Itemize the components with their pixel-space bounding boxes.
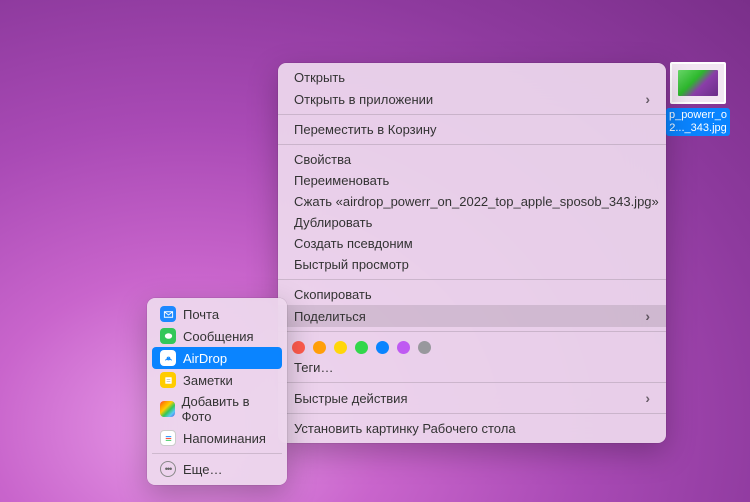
menu-label: Быстрые действия — [294, 391, 407, 406]
menu-open[interactable]: Открыть — [278, 67, 666, 88]
mail-icon — [160, 306, 176, 322]
menu-label: Дублировать — [294, 215, 372, 230]
messages-icon — [160, 328, 176, 344]
menu-duplicate[interactable]: Дублировать — [278, 212, 666, 233]
menu-label: Установить картинку Рабочего стола — [294, 421, 516, 436]
menu-info[interactable]: Свойства — [278, 149, 666, 170]
menu-separator — [278, 114, 666, 115]
photos-icon — [160, 401, 175, 417]
context-menu: Открыть Открыть в приложении › Перемести… — [278, 63, 666, 443]
tag-orange[interactable] — [313, 341, 326, 354]
menu-label: Скопировать — [294, 287, 372, 302]
share-label: AirDrop — [183, 351, 227, 366]
menu-label: Быстрый просмотр — [294, 257, 409, 272]
menu-copy[interactable]: Скопировать — [278, 284, 666, 305]
share-label: Еще… — [183, 462, 222, 477]
desktop-file[interactable]: p_powerr_o 2..._343.jpg — [664, 62, 732, 136]
menu-label: Открыть в приложении — [294, 92, 433, 107]
tag-red[interactable] — [292, 341, 305, 354]
share-label: Сообщения — [183, 329, 254, 344]
file-thumbnail — [670, 62, 726, 104]
more-icon: ••• — [160, 461, 176, 477]
chevron-right-icon: › — [645, 91, 650, 107]
tag-gray[interactable] — [418, 341, 431, 354]
share-submenu: Почта Сообщения AirDrop Заметки Добавить… — [147, 298, 287, 485]
menu-separator — [278, 413, 666, 414]
share-more[interactable]: ••• Еще… — [152, 458, 282, 480]
menu-open-with[interactable]: Открыть в приложении › — [278, 88, 666, 110]
menu-label: Свойства — [294, 152, 351, 167]
menu-tags[interactable]: Теги… — [278, 357, 666, 378]
menu-set-wallpaper[interactable]: Установить картинку Рабочего стола — [278, 418, 666, 439]
menu-label: Сжать «airdrop_powerr_on_2022_top_apple_… — [294, 194, 659, 209]
tag-purple[interactable] — [397, 341, 410, 354]
menu-label: Переместить в Корзину — [294, 122, 437, 137]
tag-row — [278, 336, 666, 357]
share-label: Почта — [183, 307, 219, 322]
chevron-right-icon: › — [645, 308, 650, 324]
menu-label: Переименовать — [294, 173, 389, 188]
menu-separator — [278, 382, 666, 383]
share-label: Добавить в Фото — [182, 394, 274, 424]
share-messages[interactable]: Сообщения — [152, 325, 282, 347]
share-reminders[interactable]: Напоминания — [152, 427, 282, 449]
menu-rename[interactable]: Переименовать — [278, 170, 666, 191]
tag-green[interactable] — [355, 341, 368, 354]
reminders-icon — [160, 430, 176, 446]
share-mail[interactable]: Почта — [152, 303, 282, 325]
share-airdrop[interactable]: AirDrop — [152, 347, 282, 369]
menu-trash[interactable]: Переместить в Корзину — [278, 119, 666, 140]
menu-compress[interactable]: Сжать «airdrop_powerr_on_2022_top_apple_… — [278, 191, 666, 212]
menu-label: Открыть — [294, 70, 345, 85]
file-label: p_powerr_o 2..._343.jpg — [666, 108, 730, 136]
tag-yellow[interactable] — [334, 341, 347, 354]
menu-label: Создать псевдоним — [294, 236, 413, 251]
menu-alias[interactable]: Создать псевдоним — [278, 233, 666, 254]
menu-separator — [152, 453, 282, 454]
share-photos[interactable]: Добавить в Фото — [152, 391, 282, 427]
notes-icon — [160, 372, 176, 388]
share-label: Заметки — [183, 373, 233, 388]
tag-blue[interactable] — [376, 341, 389, 354]
menu-share[interactable]: Поделиться › — [278, 305, 666, 327]
menu-quicklook[interactable]: Быстрый просмотр — [278, 254, 666, 275]
menu-separator — [278, 144, 666, 145]
menu-separator — [278, 279, 666, 280]
menu-label: Теги… — [294, 360, 333, 375]
chevron-right-icon: › — [645, 390, 650, 406]
menu-label: Поделиться — [294, 309, 366, 324]
menu-quick-actions[interactable]: Быстрые действия › — [278, 387, 666, 409]
airdrop-icon — [160, 350, 176, 366]
share-label: Напоминания — [183, 431, 266, 446]
share-notes[interactable]: Заметки — [152, 369, 282, 391]
menu-separator — [278, 331, 666, 332]
